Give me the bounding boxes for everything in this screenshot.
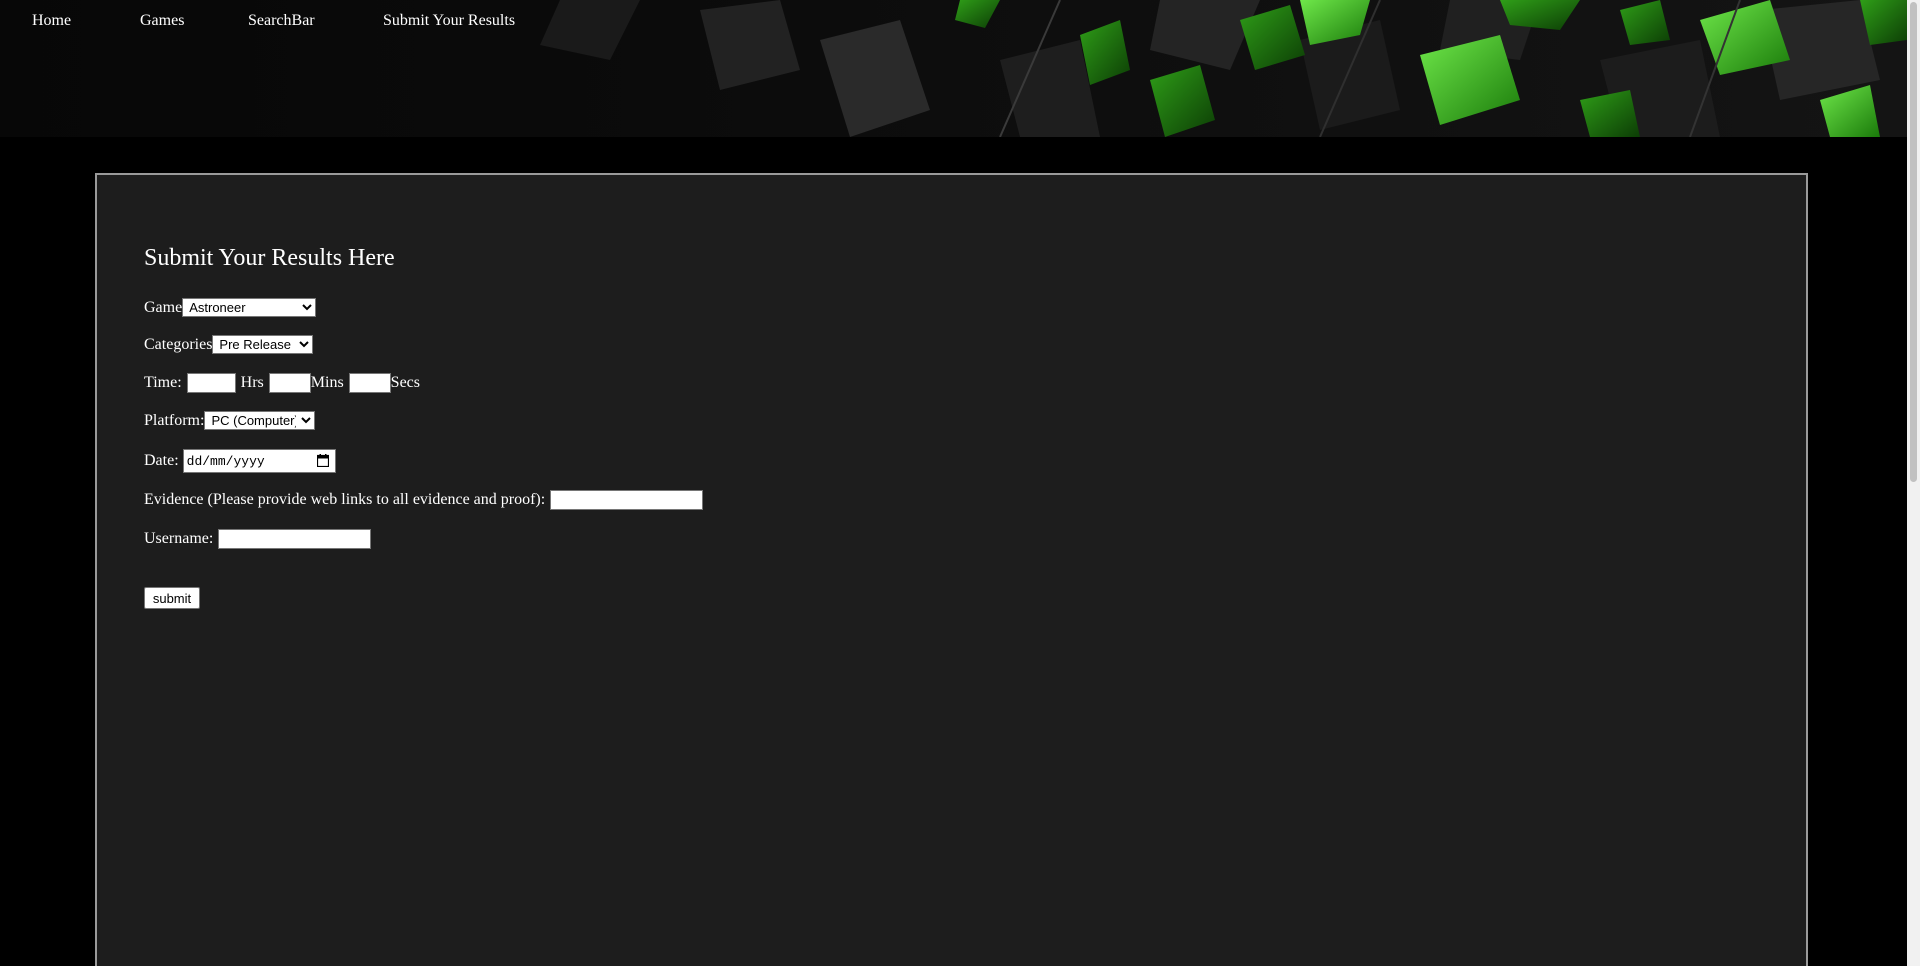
time-seconds-input[interactable] xyxy=(348,373,391,393)
submit-button[interactable]: submit xyxy=(144,587,200,609)
time-hours-input[interactable] xyxy=(186,373,236,393)
username-label: Username: xyxy=(144,530,214,547)
nav-link-games[interactable]: Games xyxy=(140,12,184,30)
platform-row: Platform: PC (Computer) xyxy=(144,411,316,430)
date-row: Date: dd/mm/yyyy xyxy=(144,449,336,473)
nav-link-submit-results[interactable]: Submit Your Results xyxy=(383,12,515,30)
nav-link-searchbar[interactable]: SearchBar xyxy=(248,12,315,30)
evidence-row: Evidence (Please provide web links to al… xyxy=(144,490,704,510)
time-hours-label: Hrs xyxy=(240,374,264,391)
calendar-icon[interactable] xyxy=(316,454,329,467)
categories-select[interactable]: Pre Release xyxy=(212,335,314,354)
time-row: Time: Hrs Mins Secs xyxy=(144,373,420,393)
form-panel xyxy=(95,173,1808,966)
game-select[interactable]: Astroneer xyxy=(182,298,317,317)
page: Home Games SearchBar Submit Your Results… xyxy=(0,0,1920,966)
date-input[interactable]: dd/mm/yyyy xyxy=(182,449,336,473)
time-minutes-label: Mins xyxy=(310,374,344,391)
date-label: Date: xyxy=(144,452,179,469)
platform-select[interactable]: PC (Computer) xyxy=(204,411,316,430)
categories-row: Categories Pre Release xyxy=(144,335,314,354)
platform-label: Platform: xyxy=(144,411,205,429)
evidence-input[interactable] xyxy=(550,490,704,510)
page-title: Submit Your Results Here xyxy=(144,245,395,271)
scrollbar-thumb[interactable] xyxy=(1910,2,1917,482)
date-placeholder: dd/mm/yyyy xyxy=(186,453,265,469)
username-row: Username: xyxy=(144,529,372,549)
time-minutes-input[interactable] xyxy=(268,373,311,393)
time-seconds-label: Secs xyxy=(390,374,420,391)
nav-link-home[interactable]: Home xyxy=(32,12,71,30)
time-label: Time: xyxy=(144,374,182,391)
header-banner: Home Games SearchBar Submit Your Results xyxy=(0,0,1907,137)
categories-label: Categories xyxy=(144,335,213,353)
username-input[interactable] xyxy=(218,529,372,549)
game-label: Game xyxy=(144,298,183,316)
game-row: Game Astroneer xyxy=(144,298,317,317)
evidence-label: Evidence (Please provide web links to al… xyxy=(144,491,546,508)
page-scrollbar[interactable] xyxy=(1907,0,1920,966)
